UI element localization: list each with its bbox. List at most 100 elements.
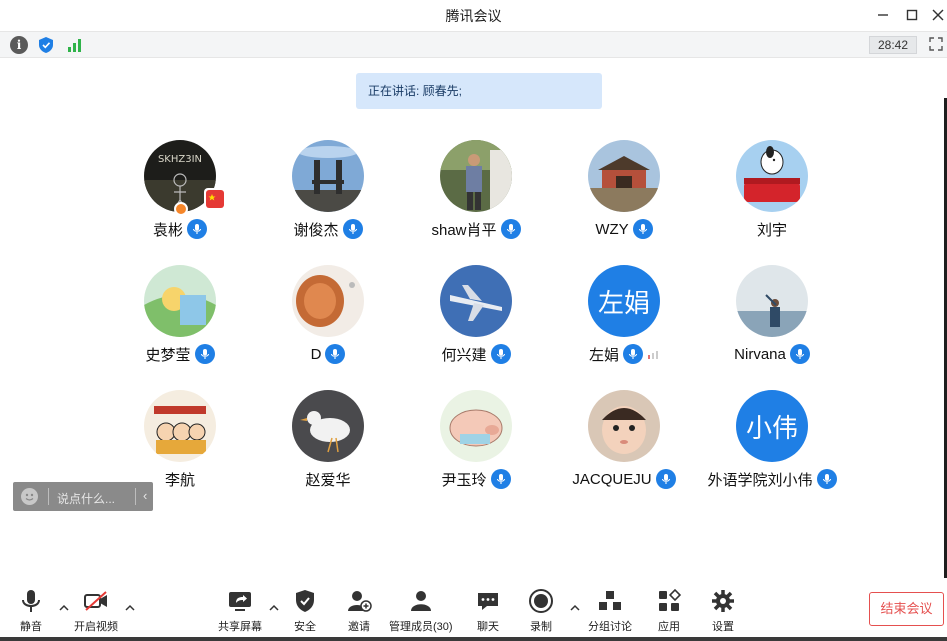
audio-options-caret-icon[interactable]: [58, 604, 70, 612]
active-speaker-banner: 正在讲话: 顾春先;: [356, 73, 602, 109]
fullscreen-icon[interactable]: [929, 37, 943, 51]
microphone-icon: [187, 219, 207, 239]
avatar: [440, 265, 512, 337]
participant-tile[interactable]: 尹玉玲: [402, 390, 550, 510]
minimize-icon: [878, 14, 888, 16]
microphone-icon: [325, 344, 346, 364]
avatar: [736, 140, 808, 212]
avatar: [588, 140, 660, 212]
participant-name: 谢俊杰: [293, 221, 339, 239]
microphone-icon: [816, 469, 837, 489]
record-options-caret-icon[interactable]: [569, 604, 581, 612]
emoji-icon[interactable]: [21, 488, 38, 505]
participant-tile[interactable]: Nirvana: [698, 265, 846, 385]
bottom-toolbar: 静音 开启视频 共享屏幕 安全 邀请 管理成员(30) 聊天 录制 分组讨论 应…: [0, 582, 947, 641]
chat-input-hint[interactable]: 说点什么... ‹: [13, 482, 153, 511]
avatar: [292, 390, 364, 462]
meeting-info-icon[interactable]: i: [10, 36, 28, 54]
avatar: [292, 140, 364, 212]
gear-icon: [712, 590, 734, 612]
participant-name: 尹玉玲: [441, 471, 487, 489]
avatar: 左娟: [588, 265, 660, 337]
participant-tile[interactable]: 史梦莹: [106, 265, 254, 385]
participant-tile[interactable]: JACQUEJU: [550, 390, 698, 510]
chat-button[interactable]: 聊天: [475, 588, 501, 634]
participant-name: 李航: [164, 471, 195, 489]
microphone-icon: [490, 469, 511, 489]
microphone-icon: [22, 590, 40, 612]
title-bar: 腾讯会议: [0, 0, 947, 30]
minimize-button[interactable]: [872, 4, 894, 26]
participant-tile[interactable]: WZY: [550, 140, 698, 260]
participant-name: 史梦莹: [145, 346, 191, 364]
participant-name: JACQUEJU: [572, 470, 652, 488]
participant-tile[interactable]: D: [254, 265, 402, 385]
participant-tile[interactable]: 赵爱华: [254, 390, 402, 510]
avatar: [588, 390, 660, 462]
microphone-icon: [194, 344, 215, 364]
video-options-caret-icon[interactable]: [124, 604, 136, 612]
svg-text:SKHZ3IN: SKHZ3IN: [158, 154, 202, 165]
avatar: 小伟: [736, 390, 808, 462]
participant-tile[interactable]: 何兴建: [402, 265, 550, 385]
avatar: [440, 140, 512, 212]
end-meeting-button[interactable]: 结束会议: [869, 592, 944, 626]
participant-name: 刘宇: [756, 221, 787, 239]
breakout-icon: [599, 591, 621, 610]
participant-tile[interactable]: 小伟 外语学院刘小伟: [698, 390, 846, 510]
participant-tile[interactable]: SKHZ3IN 袁彬: [106, 140, 254, 260]
collapse-icon[interactable]: ‹: [143, 488, 147, 503]
window-title: 腾讯会议: [445, 8, 502, 24]
microphone-icon: [490, 344, 511, 364]
participant-tile[interactable]: shaw肖平: [402, 140, 550, 260]
microphone-icon: [623, 344, 643, 364]
share-options-caret-icon[interactable]: [268, 604, 280, 612]
avatar: [144, 265, 216, 337]
participant-tile[interactable]: 左娟 左娟: [550, 265, 698, 385]
info-bar: i 28:42: [0, 31, 947, 58]
close-button[interactable]: [927, 4, 947, 26]
close-icon: [932, 9, 944, 21]
network-signal-icon[interactable]: [66, 36, 84, 54]
record-button[interactable]: 录制: [528, 588, 554, 634]
participant-name: D: [310, 345, 322, 363]
microphone-icon: [500, 219, 521, 239]
flag-badge-icon: [204, 188, 226, 210]
participant-name: 袁彬: [152, 221, 183, 239]
participant-name: 外语学院刘小伟: [707, 471, 813, 489]
share-screen-button[interactable]: 共享屏幕: [218, 588, 262, 634]
apps-button[interactable]: 应用: [656, 588, 682, 634]
host-badge-icon: [174, 202, 188, 216]
start-video-button[interactable]: 开启视频: [74, 588, 118, 634]
chat-placeholder: 说点什么...: [57, 492, 116, 506]
participant-name: 何兴建: [441, 346, 487, 364]
chat-icon: [478, 593, 498, 610]
microphone-icon: [655, 469, 676, 489]
maximize-button[interactable]: [901, 4, 923, 26]
members-icon: [410, 591, 431, 611]
microphone-icon: [632, 219, 653, 239]
settings-button[interactable]: 设置: [710, 588, 736, 634]
security-button[interactable]: 安全: [292, 588, 318, 634]
participant-name: shaw肖平: [431, 221, 497, 239]
microphone-icon: [789, 344, 810, 364]
avatar: [440, 390, 512, 462]
participant-name: 赵爱华: [305, 471, 351, 489]
avatar: [736, 265, 808, 337]
invite-button[interactable]: 邀请: [346, 588, 372, 634]
security-shield-icon[interactable]: [37, 36, 55, 54]
apps-icon: [659, 588, 682, 611]
participant-name: WZY: [595, 220, 629, 238]
manage-members-button[interactable]: 管理成员(30): [389, 588, 453, 634]
audio-level-icon: [648, 351, 658, 359]
avatar: [292, 265, 364, 337]
share-screen-icon: [229, 592, 251, 611]
video-off-icon: [84, 591, 107, 611]
mute-button[interactable]: 静音: [18, 588, 44, 634]
participant-tile[interactable]: 刘宇: [698, 140, 846, 260]
microphone-icon: [342, 219, 363, 239]
avatar: [144, 390, 216, 462]
participant-tile[interactable]: 谢俊杰: [254, 140, 402, 260]
breakout-rooms-button[interactable]: 分组讨论: [588, 588, 632, 634]
meeting-window: 腾讯会议 i 28:42 正在讲话: 顾春先; SKHZ3IN 袁彬 谢俊杰 s…: [0, 0, 947, 641]
